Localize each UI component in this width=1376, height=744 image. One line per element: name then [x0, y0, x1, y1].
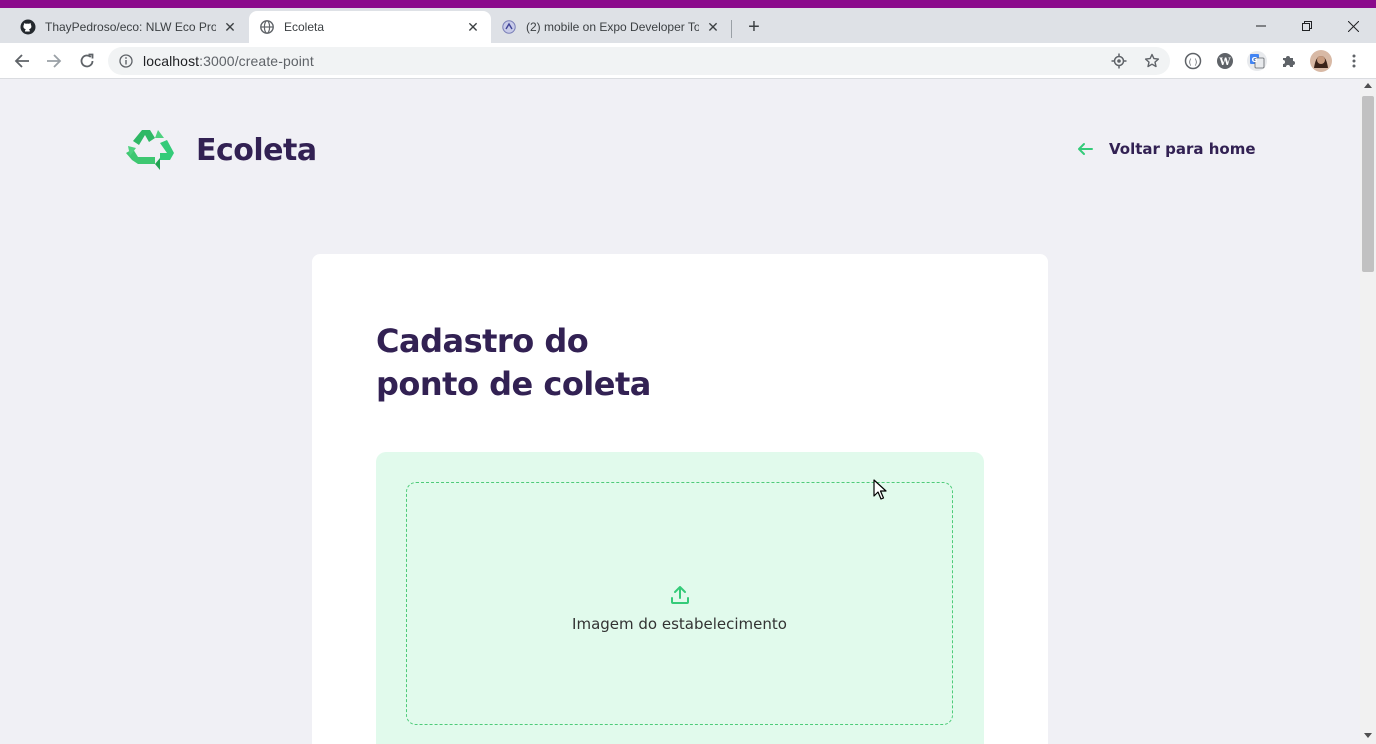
github-icon [20, 19, 36, 35]
globe-icon [259, 19, 275, 35]
window-close-icon[interactable] [1330, 12, 1376, 40]
upload-icon [670, 585, 689, 604]
tab-title: (2) mobile on Expo Developer To [526, 20, 699, 34]
extension-icon[interactable]: ( ) [1182, 50, 1204, 72]
back-home-label: Voltar para home [1109, 140, 1256, 158]
svg-text:G: G [1252, 56, 1258, 64]
page-scrollbar[interactable] [1360, 80, 1376, 744]
tab-expo[interactable]: (2) mobile on Expo Developer To ✕ [491, 11, 731, 43]
mouse-cursor-icon [873, 479, 887, 500]
minimize-icon[interactable] [1238, 12, 1284, 40]
page-title-line-2: ponto de coleta [376, 365, 651, 403]
address-bar[interactable]: localhost:3000/create-point [108, 47, 1170, 75]
scrollbar-thumb[interactable] [1362, 96, 1374, 272]
new-tab-button[interactable]: + [742, 15, 766, 39]
recycle-icon [126, 130, 174, 170]
expo-icon [501, 19, 517, 35]
brand-name: Ecoleta [196, 132, 317, 168]
translate-icon[interactable]: G [1246, 50, 1268, 72]
close-icon[interactable]: ✕ [222, 19, 238, 35]
tab-title: ThayPedroso/eco: NLW Eco Proje [45, 20, 216, 34]
scroll-down-arrow-icon[interactable] [1364, 733, 1372, 738]
arrow-left-icon [1078, 143, 1093, 155]
dropzone-dashed-area[interactable]: Imagem do estabelecimento [406, 482, 953, 725]
url-path: :3000/create-point [199, 53, 314, 69]
create-point-form: Cadastro do ponto de coleta Imagem do es… [312, 254, 1048, 744]
page-title-line-1: Cadastro do [376, 322, 589, 360]
location-target-icon[interactable] [1108, 47, 1130, 75]
tab-github[interactable]: ThayPedroso/eco: NLW Eco Proje ✕ [10, 11, 248, 43]
tab-bar: ThayPedroso/eco: NLW Eco Proje ✕ Ecoleta… [0, 8, 1376, 43]
page-title: Cadastro do ponto de coleta [376, 320, 776, 406]
menu-dots-icon[interactable] [1343, 50, 1365, 72]
scroll-up-arrow-icon[interactable] [1364, 83, 1372, 88]
info-icon[interactable] [118, 53, 134, 69]
close-icon[interactable]: ✕ [465, 19, 481, 35]
image-dropzone[interactable]: Imagem do estabelecimento [376, 452, 984, 744]
page-viewport: Ecoleta Voltar para home Cadastro do pon… [0, 80, 1360, 744]
tab-separator [731, 20, 732, 38]
reload-icon[interactable] [74, 48, 100, 74]
puzzle-extensions-icon[interactable] [1278, 50, 1300, 72]
browser-toolbar: localhost:3000/create-point ( ) W G [0, 43, 1376, 79]
back-home-link[interactable]: Voltar para home [1076, 140, 1256, 158]
svg-text:W: W [1218, 57, 1231, 68]
tab-title: Ecoleta [284, 20, 325, 34]
profile-avatar[interactable] [1310, 50, 1332, 72]
close-icon[interactable]: ✕ [705, 19, 721, 35]
restore-icon[interactable] [1284, 12, 1330, 40]
svg-text:( ): ( ) [1189, 58, 1198, 67]
forward-icon[interactable] [41, 48, 67, 74]
bookmark-star-icon[interactable] [1141, 47, 1163, 75]
window-top-strip [0, 0, 1376, 8]
brand-logo[interactable]: Ecoleta [124, 126, 317, 174]
back-icon[interactable] [9, 48, 35, 74]
dropzone-label: Imagem do estabelecimento [572, 614, 787, 633]
wordpress-icon[interactable]: W [1214, 50, 1236, 72]
url-text: localhost:3000/create-point [143, 53, 314, 69]
tab-ecoleta[interactable]: Ecoleta ✕ [249, 11, 491, 43]
url-host: localhost [143, 53, 200, 69]
